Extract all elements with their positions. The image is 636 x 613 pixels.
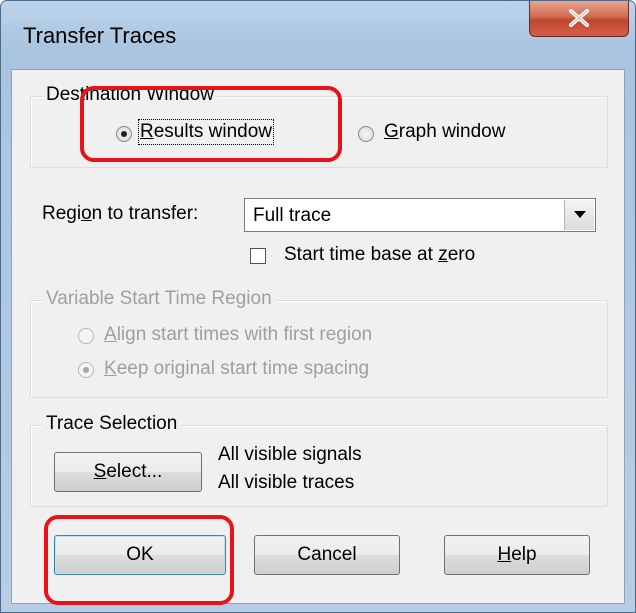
keep-original-spacing-mnemonic: K xyxy=(104,358,117,379)
keep-original-spacing-label[interactable]: Keep original start time spacing xyxy=(104,358,369,380)
variable-start-time-legend: Variable Start Time Region xyxy=(43,288,275,310)
select-button-text: elect... xyxy=(106,461,163,482)
chevron-down-icon xyxy=(574,211,586,218)
graph-window-radio[interactable] xyxy=(358,126,374,142)
graph-window-label[interactable]: Graph window xyxy=(384,121,505,143)
select-traces-button[interactable]: Select... xyxy=(54,452,202,492)
close-icon xyxy=(569,9,589,27)
start-time-zero-text-post: ero xyxy=(447,244,476,265)
start-time-zero-text-pre: Start time base at xyxy=(284,244,439,265)
visible-traces-text: All visible traces xyxy=(218,472,355,493)
help-button-text: elp xyxy=(511,544,537,565)
ok-button-highlight xyxy=(44,515,234,605)
region-select[interactable]: Full trace xyxy=(244,198,596,232)
keep-original-spacing-radio[interactable] xyxy=(78,362,94,378)
select-button-mnemonic: S xyxy=(93,461,107,482)
region-label-pre: Regi xyxy=(42,203,82,224)
graph-window-mnemonic: G xyxy=(384,121,399,142)
cancel-button[interactable]: Cancel xyxy=(254,535,400,575)
start-time-zero-label[interactable]: Start time base at zero xyxy=(284,244,475,266)
align-start-times-label[interactable]: Align start times with first region xyxy=(104,324,372,346)
help-button[interactable]: Help xyxy=(444,535,590,575)
variable-start-time-group: Variable Start Time Region xyxy=(30,288,608,398)
region-select-value: Full trace xyxy=(253,205,332,226)
trace-selection-legend: Trace Selection xyxy=(43,413,181,435)
align-start-times-mnemonic: A xyxy=(104,324,117,345)
region-label-mnemonic: o xyxy=(81,203,92,224)
region-select-dropdown-button[interactable] xyxy=(564,200,594,230)
close-button[interactable] xyxy=(529,1,629,37)
region-label: Region to transfer: xyxy=(42,203,198,225)
region-label-post: n to transfer: xyxy=(91,203,199,224)
visible-signals-text: All visible signals xyxy=(218,444,362,465)
align-start-times-text: lign start times with first region xyxy=(116,324,373,345)
help-button-mnemonic: H xyxy=(497,544,512,565)
results-window-highlight xyxy=(80,86,342,162)
align-start-times-radio[interactable] xyxy=(78,328,94,344)
start-time-zero-checkbox[interactable] xyxy=(250,248,266,264)
radio-selected-dot xyxy=(83,367,89,373)
title-bar[interactable]: Transfer Traces xyxy=(1,1,635,71)
graph-window-text: raph window xyxy=(398,121,506,142)
dialog-title: Transfer Traces xyxy=(23,23,177,48)
keep-original-spacing-text: eep original start time spacing xyxy=(116,358,370,379)
start-time-zero-mnemonic: z xyxy=(438,244,448,265)
